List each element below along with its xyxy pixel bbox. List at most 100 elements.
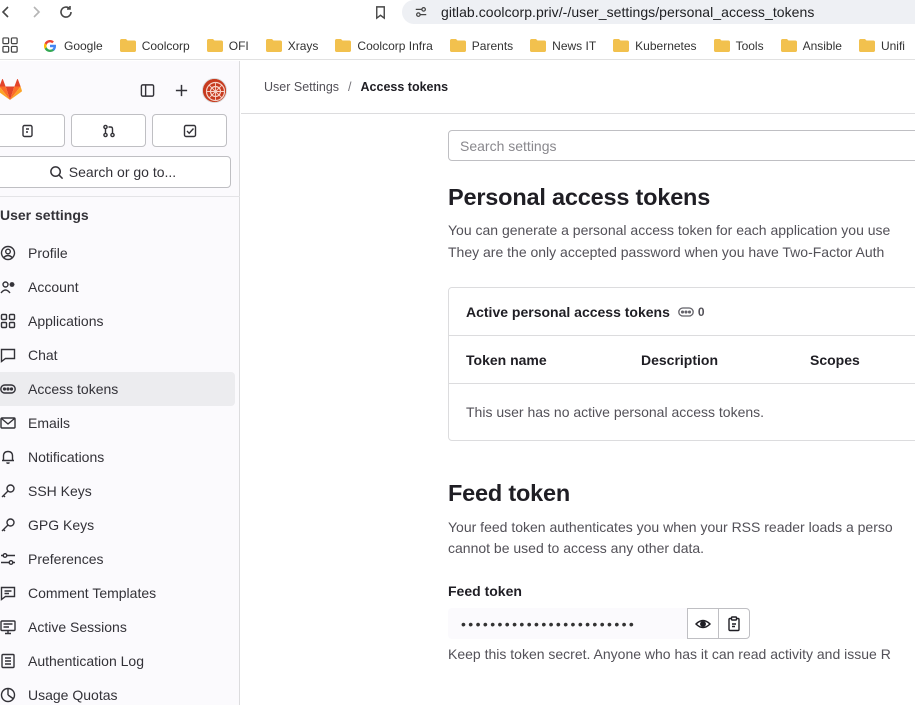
bookmark-folder-coolcorp[interactable]: Coolcorp: [119, 39, 190, 53]
site-info-icon[interactable]: [414, 5, 428, 19]
issues-button[interactable]: [0, 114, 65, 147]
sidebar-item-emails[interactable]: Emails: [0, 406, 235, 440]
forward-icon[interactable]: [26, 2, 46, 22]
sidebar-item-gpg-keys[interactable]: GPG Keys: [0, 508, 235, 542]
bookmark-folder-news-it[interactable]: News IT: [530, 39, 596, 53]
token-icon: [678, 304, 694, 320]
sidebar-toggle-icon[interactable]: [138, 81, 156, 99]
breadcrumb: User Settings / Access tokens: [241, 61, 915, 114]
folder-icon: [335, 39, 352, 52]
sidebar: Search or go to... User settings Profile…: [0, 61, 240, 705]
bookmark-folder-tools[interactable]: Tools: [713, 39, 764, 53]
sidebar-item-label: GPG Keys: [28, 517, 95, 533]
page-description-line-2: They are the only accepted password when…: [448, 244, 885, 260]
sidebar-item-label: SSH Keys: [28, 483, 92, 499]
folder-icon: [265, 39, 282, 52]
plus-icon[interactable]: [172, 81, 190, 99]
sidebar-item-notifications[interactable]: Notifications: [0, 440, 235, 474]
sidebar-item-profile[interactable]: Profile: [0, 236, 235, 270]
sidebar-item-label: Usage Quotas: [28, 687, 118, 703]
chat-icon: [0, 347, 16, 363]
sidebar-item-label: Authentication Log: [28, 653, 144, 669]
merge-request-icon: [102, 124, 115, 137]
token-icon: [0, 381, 16, 397]
eye-icon: [695, 619, 711, 628]
applications-icon: [0, 313, 16, 329]
sidebar-item-active-sessions[interactable]: Active Sessions: [0, 610, 235, 644]
column-header-token-name[interactable]: Token name: [466, 352, 547, 368]
avatar[interactable]: [202, 78, 227, 103]
breadcrumb-user-settings[interactable]: User Settings: [264, 80, 339, 94]
gitlab-logo-icon[interactable]: [0, 79, 22, 101]
reveal-token-button[interactable]: [687, 608, 719, 639]
sidebar-item-label: Active Sessions: [28, 619, 127, 635]
bookmark-folder-xrays[interactable]: Xrays: [265, 39, 318, 53]
sidebar-item-usage-quotas[interactable]: Usage Quotas: [0, 678, 235, 705]
bookmark-folder-ofi[interactable]: OFI: [206, 39, 249, 53]
bookmark-google[interactable]: Google: [43, 39, 103, 53]
page-title: Personal access tokens: [448, 184, 711, 210]
todo-icon: [183, 124, 196, 137]
sidebar-nav: Profile Account Applications Chat Access…: [0, 236, 235, 705]
bookmark-icon[interactable]: [370, 2, 390, 22]
active-tokens-count: 0: [697, 304, 705, 319]
column-header-scopes[interactable]: Scopes: [810, 352, 860, 368]
folder-icon: [119, 39, 136, 52]
folder-icon: [613, 39, 630, 52]
account-icon: [0, 279, 16, 295]
apps-icon[interactable]: [2, 37, 19, 55]
active-tokens-header: Active personal access tokens 0: [449, 288, 915, 336]
sidebar-item-account[interactable]: Account: [0, 270, 235, 304]
merge-requests-button[interactable]: [71, 114, 146, 147]
sidebar-divider: [0, 196, 240, 197]
feed-token-label: Feed token: [448, 583, 522, 599]
search-icon: [49, 165, 63, 179]
url-text: gitlab.coolcorp.priv/-/user_settings/per…: [441, 4, 815, 20]
reload-icon[interactable]: [56, 2, 76, 22]
feed-token-description-line-1: Your feed token authenticates you when y…: [448, 519, 893, 535]
bookmark-folder-ansible[interactable]: Ansible: [780, 39, 842, 53]
folder-icon: [858, 39, 875, 52]
folder-icon: [206, 39, 223, 52]
feed-token-description-line-2: cannot be used to access any other data.: [448, 540, 705, 556]
copy-token-button[interactable]: [718, 608, 750, 639]
quota-icon: [0, 687, 16, 703]
key-icon: [0, 517, 16, 533]
tokens-table-header: Token name Description Scopes: [449, 336, 915, 384]
feed-token-help: Keep this token secret. Anyone who has i…: [448, 646, 891, 662]
preferences-icon: [0, 551, 16, 567]
feed-token-title: Feed token: [448, 480, 571, 506]
sidebar-section-title: User settings: [0, 207, 89, 223]
bookmark-folder-parents[interactable]: Parents: [449, 39, 513, 53]
sidebar-item-ssh-keys[interactable]: SSH Keys: [0, 474, 235, 508]
column-header-description[interactable]: Description: [641, 352, 718, 368]
settings-search-input[interactable]: Search settings: [448, 130, 915, 161]
key-icon: [0, 483, 16, 499]
bookmark-folder-coolcorp-infra[interactable]: Coolcorp Infra: [335, 39, 433, 53]
sidebar-item-label: Preferences: [28, 551, 104, 567]
bookmark-folder-kubernetes[interactable]: Kubernetes: [613, 39, 697, 53]
folder-icon: [449, 39, 466, 52]
folder-icon: [530, 39, 547, 52]
bookmark-folder-unifi[interactable]: Unifi: [858, 39, 905, 53]
sidebar-item-comment-templates[interactable]: Comment Templates: [0, 576, 235, 610]
mail-icon: [0, 415, 16, 431]
bell-icon: [0, 449, 16, 465]
clipboard-icon: [728, 615, 740, 631]
tokens-empty-state: This user has no active personal access …: [466, 404, 765, 420]
back-icon[interactable]: [0, 2, 16, 22]
sidebar-item-preferences[interactable]: Preferences: [0, 542, 235, 576]
address-bar[interactable]: gitlab.coolcorp.priv/-/user_settings/per…: [402, 0, 915, 24]
browser-toolbar: gitlab.coolcorp.priv/-/user_settings/per…: [0, 0, 915, 26]
todo-button[interactable]: [152, 114, 227, 147]
sidebar-item-label: Comment Templates: [28, 585, 157, 601]
monitor-icon: [0, 619, 16, 635]
sidebar-item-authentication-log[interactable]: Authentication Log: [0, 644, 235, 678]
sidebar-item-applications[interactable]: Applications: [0, 304, 235, 338]
sidebar-search-button[interactable]: Search or go to...: [0, 156, 231, 188]
folder-icon: [713, 39, 730, 52]
sidebar-item-access-tokens[interactable]: Access tokens: [0, 372, 235, 406]
sidebar-item-chat[interactable]: Chat: [0, 338, 235, 372]
breadcrumb-access-tokens[interactable]: Access tokens: [361, 80, 449, 94]
feed-token-field[interactable]: ••••••••••••••••••••••••: [448, 608, 687, 639]
